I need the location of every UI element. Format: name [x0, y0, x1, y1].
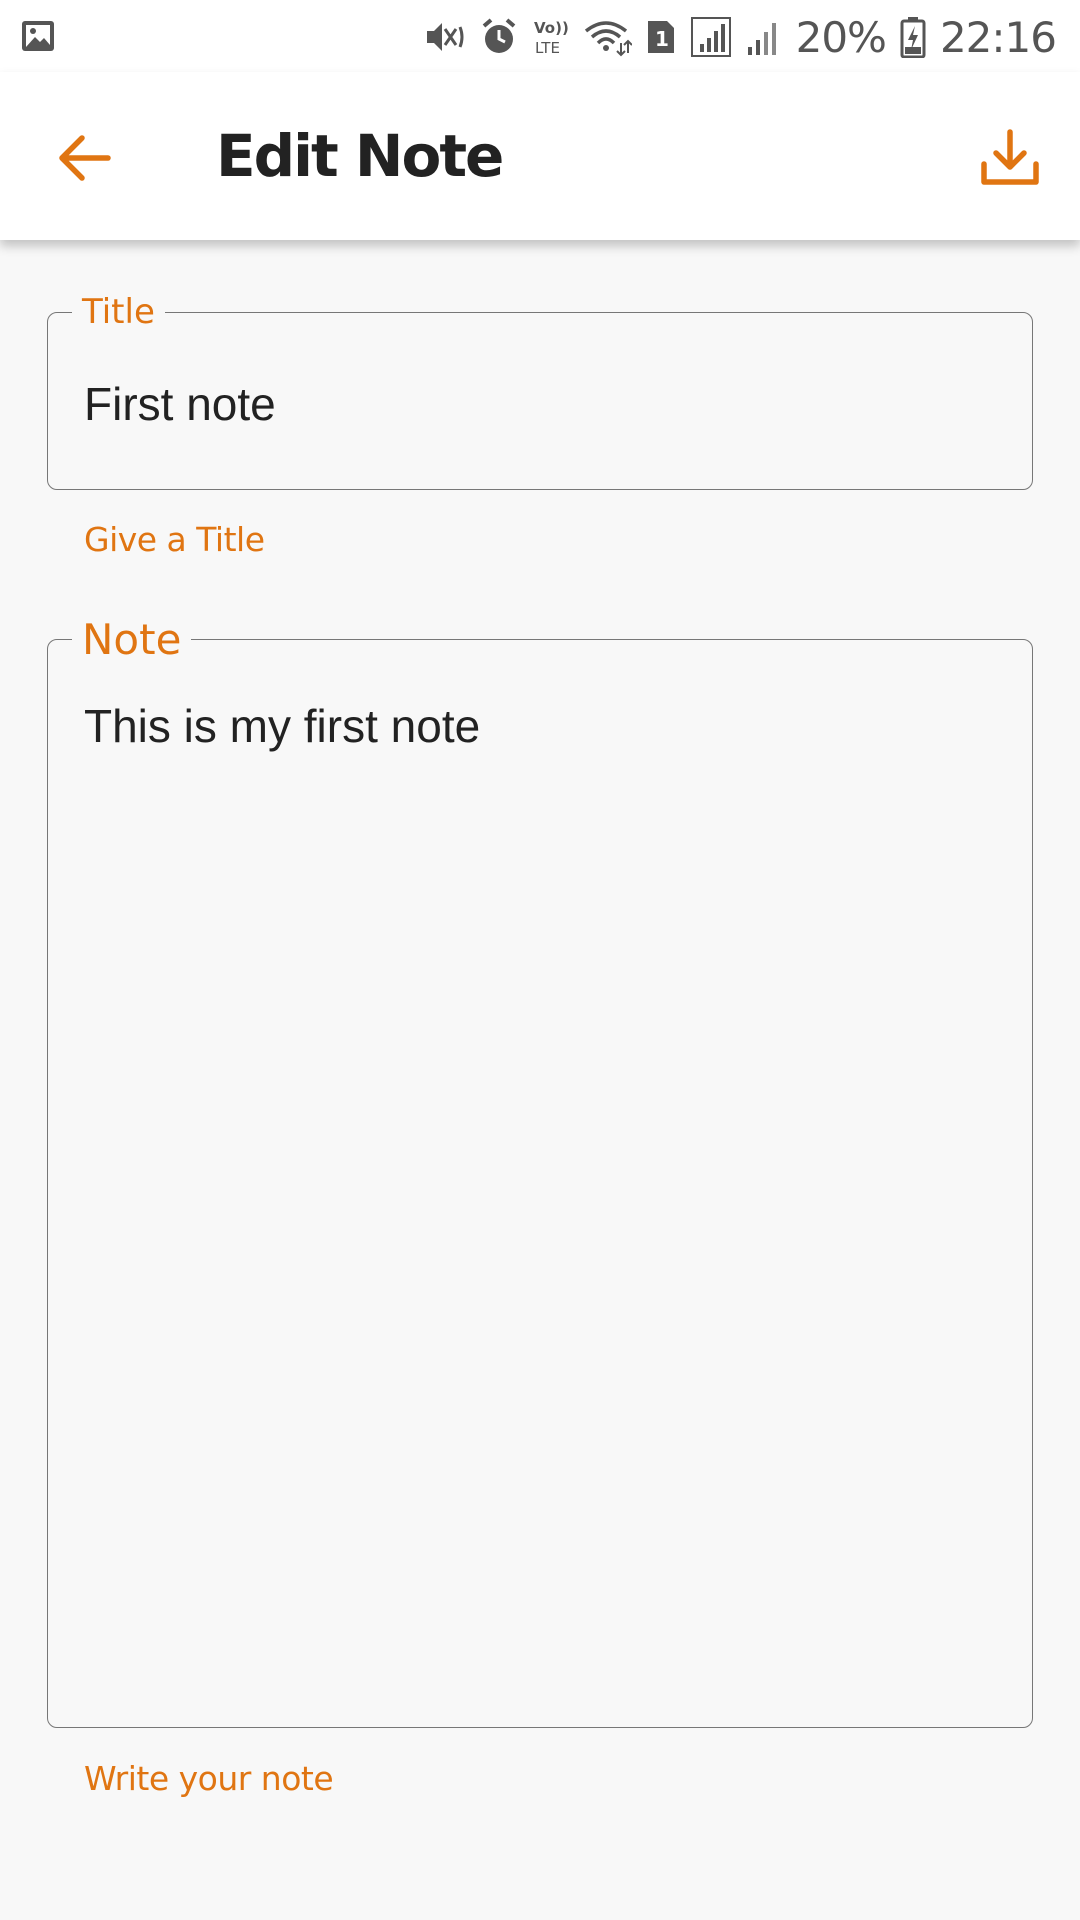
status-bar: Vo)) LTE 1 20% 22:16 — [0, 0, 1080, 72]
title-field[interactable]: Title — [47, 287, 1033, 490]
signal-icon — [690, 16, 732, 58]
title-field-label: Title — [72, 287, 165, 337]
sim-1-icon: 1 — [646, 19, 676, 55]
app-bar: Edit Note — [0, 72, 1080, 240]
note-field[interactable]: Note This is my first note — [47, 610, 1033, 1728]
note-input[interactable]: This is my first note — [84, 698, 996, 1697]
svg-text:Vo)): Vo)) — [534, 19, 569, 37]
save-button[interactable] — [968, 116, 1052, 200]
gallery-icon — [20, 18, 56, 54]
note-helper-text: Write your note — [84, 1759, 334, 1798]
volte-icon: Vo)) LTE — [532, 17, 570, 57]
arrow-left-icon — [59, 135, 111, 181]
sim-slot-number: 1 — [655, 27, 669, 51]
back-button[interactable] — [44, 118, 124, 198]
note-field-label: Note — [72, 610, 192, 670]
title-input[interactable] — [84, 369, 996, 439]
alarm-icon — [480, 17, 518, 57]
battery-percent: 20% — [795, 12, 887, 62]
svg-text:LTE: LTE — [535, 39, 560, 57]
mute-vibrate-icon — [424, 17, 466, 57]
title-helper-text: Give a Title — [84, 520, 265, 559]
page-title: Edit Note — [216, 122, 504, 190]
download-icon — [981, 129, 1039, 185]
clock: 22:16 — [939, 12, 1057, 62]
signal-icon-2 — [746, 17, 782, 57]
wifi-icon — [584, 17, 632, 57]
battery-charging-icon — [900, 16, 926, 58]
